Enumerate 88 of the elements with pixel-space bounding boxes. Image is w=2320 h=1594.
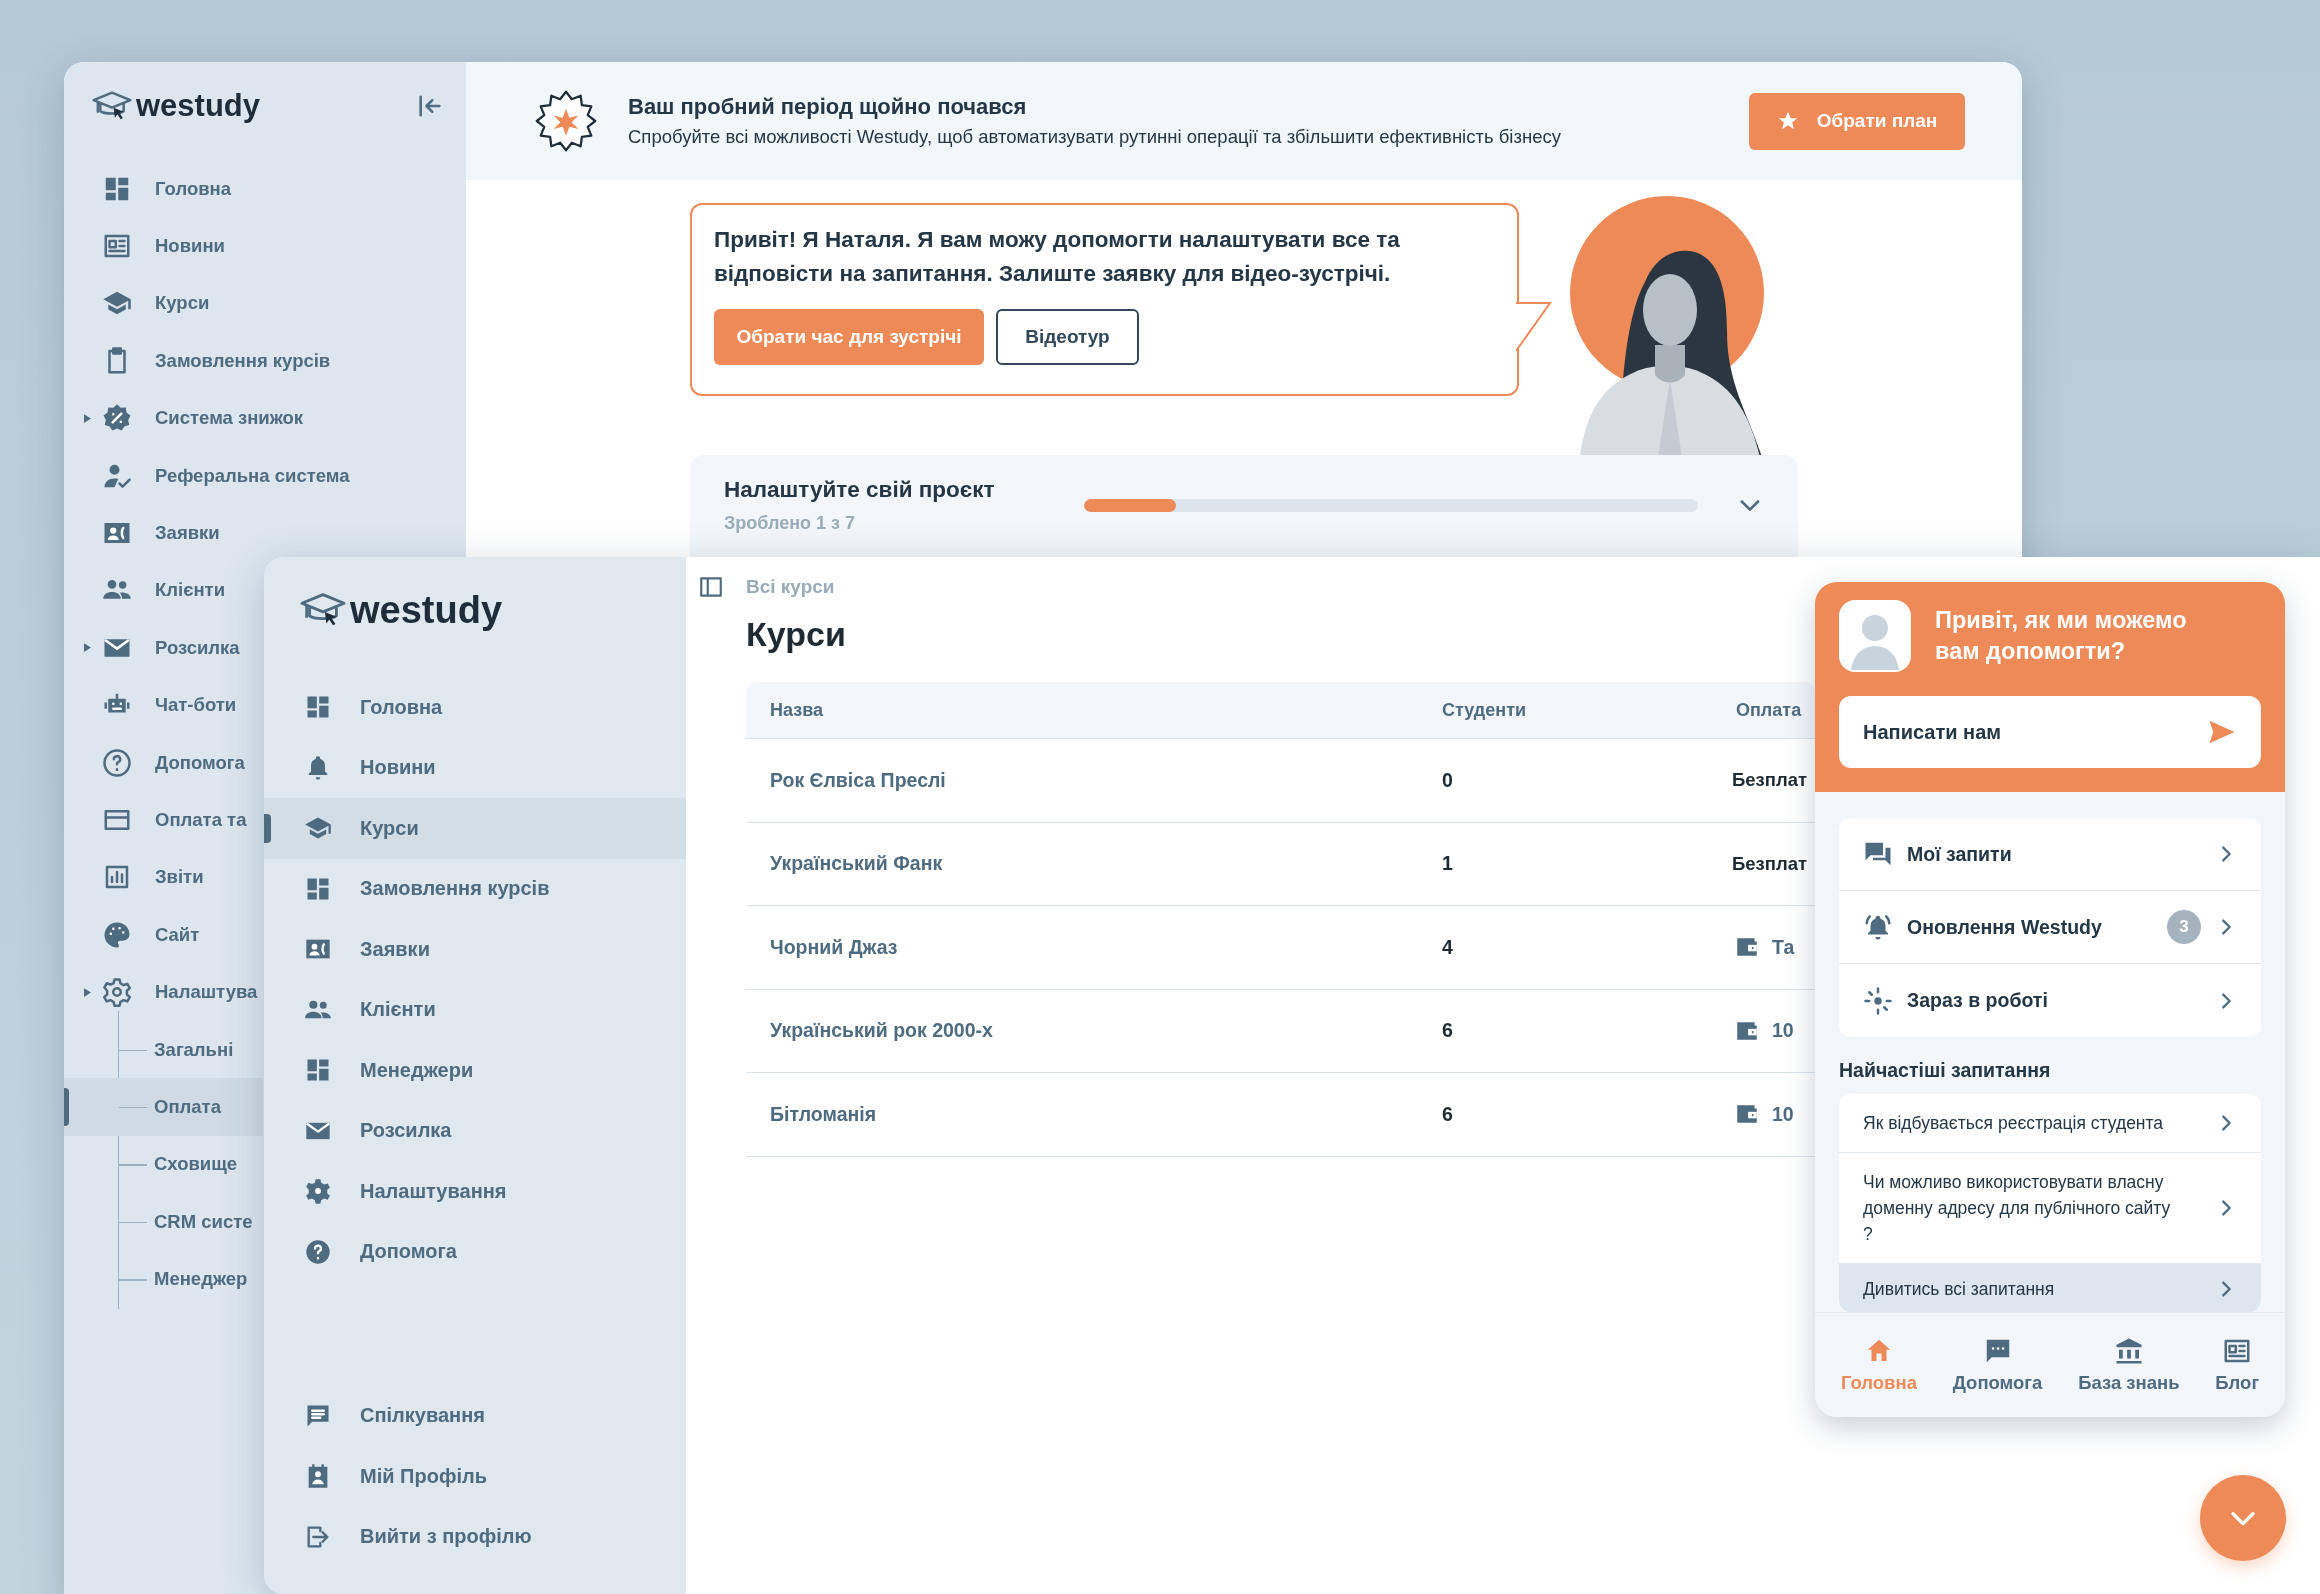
sidebar-item[interactable]: Допомога bbox=[264, 1221, 686, 1282]
sidebar-item[interactable]: Клієнти bbox=[64, 561, 264, 620]
sidebar-subitem[interactable]: CRM систе bbox=[64, 1193, 263, 1251]
sidebar-item[interactable]: Звіти bbox=[64, 848, 264, 907]
table-cell-text: Безплат bbox=[1731, 852, 1809, 875]
table-cell-text: Рок Єлвіса Преслі bbox=[769, 768, 947, 792]
sidebar-item[interactable]: Оплата та bbox=[64, 791, 264, 849]
setup-progress-text: Зроблено 1 з 7 bbox=[724, 513, 856, 534]
sidebar-item[interactable]: Налаштува bbox=[64, 963, 264, 1021]
help-icon bbox=[304, 1237, 332, 1266]
expand-arrow-icon[interactable] bbox=[84, 643, 91, 653]
assistant-message: Привіт! Я Наталя. Я вам можу допомогти налаштувати все та відповісти на запитання. Залиште заявку для відео-зустрічі. bbox=[714, 226, 1401, 288]
column-header: Оплата bbox=[1735, 699, 1803, 721]
sidebar-item[interactable]: Система знижок bbox=[64, 389, 466, 447]
table-cell-text: Чорний Джаз bbox=[769, 935, 899, 959]
column-header: Студенти bbox=[1441, 699, 1527, 721]
sidebar-item[interactable]: Реферальна система bbox=[64, 446, 466, 505]
sidebar-item[interactable]: Замовлення курсів bbox=[264, 858, 686, 919]
faq-item[interactable]: Як відбувається реєстрація студента bbox=[1839, 1094, 2261, 1153]
sidebar-item[interactable]: Чат-боти bbox=[64, 676, 264, 734]
expand-arrow-icon[interactable] bbox=[84, 413, 91, 423]
table-cell-text: Український Фанк bbox=[769, 852, 944, 876]
help-icon bbox=[102, 747, 132, 778]
logo-text: westudy bbox=[350, 588, 503, 632]
sidebar-item[interactable]: Новини bbox=[264, 737, 686, 798]
table-cell-text: 6 bbox=[1441, 1102, 1454, 1126]
sidebar-item[interactable]: Розсилка bbox=[264, 1100, 686, 1161]
table-cell: 10 bbox=[1772, 1019, 1794, 1043]
sidebar-item[interactable]: Розсилка bbox=[64, 619, 264, 677]
nav-tab[interactable]: Допомога bbox=[1952, 1336, 2043, 1394]
sun-icon bbox=[1863, 985, 1893, 1016]
write-us-button[interactable]: Написати нам bbox=[1839, 696, 2261, 768]
sidebar-item[interactable]: Новини bbox=[64, 217, 466, 275]
choose-plan-button[interactable]: Обрати план bbox=[1749, 92, 1965, 150]
table-cell-text: Український рок 2000-х bbox=[769, 1019, 994, 1043]
sidebar-item[interactable]: Налаштування bbox=[264, 1161, 686, 1222]
sidebar-item[interactable]: Менеджери bbox=[264, 1040, 686, 1101]
table-cell-text: Безплат bbox=[1731, 769, 1809, 792]
table-cell: 10 bbox=[1772, 1102, 1794, 1126]
sidebar-subitem[interactable]: Оплата bbox=[64, 1078, 263, 1136]
table-cell-text: 1 bbox=[1441, 852, 1454, 876]
nav-tab[interactable]: Головна bbox=[1840, 1336, 1917, 1394]
video-tour-button[interactable]: Відеотур bbox=[996, 309, 1139, 365]
sidebar-toggle-icon[interactable] bbox=[698, 574, 724, 600]
sidebar-item[interactable]: Допомога bbox=[64, 733, 264, 792]
page-title: Курси bbox=[746, 614, 846, 654]
sidebar-item[interactable]: Головна bbox=[64, 160, 466, 218]
sidebar-item[interactable]: Курси bbox=[64, 274, 466, 333]
sidebar-subitem[interactable]: Менеджер bbox=[64, 1250, 263, 1308]
help-link[interactable]: Мої запити bbox=[1839, 818, 2261, 891]
sidebar-item[interactable]: Спілкування bbox=[264, 1385, 686, 1446]
sidebar-item[interactable]: Замовлення курсів bbox=[64, 332, 466, 390]
sidebar-subitem[interactable]: Сховище bbox=[64, 1135, 263, 1194]
help-link[interactable]: Оновлення Westudy 3 bbox=[1839, 891, 2261, 964]
sidebar-item[interactable]: Вийти з профілю bbox=[264, 1506, 686, 1567]
setup-title: Налаштуйте свій проєкт bbox=[724, 477, 996, 503]
all-questions-link[interactable]: Дивитись всі запитання bbox=[1839, 1264, 2261, 1312]
help-link[interactable]: Зараз в роботі bbox=[1839, 964, 2261, 1037]
sidebar-item[interactable]: Курси bbox=[264, 798, 686, 859]
star-icon bbox=[1776, 110, 1799, 132]
settings-icon bbox=[304, 1177, 332, 1206]
table-cell-text: 0 bbox=[1441, 768, 1454, 792]
logo-text: westudy bbox=[136, 88, 261, 124]
sidebar-subitem[interactable]: Загальні bbox=[64, 1020, 263, 1079]
count-badge: 3 bbox=[2167, 910, 2201, 944]
schedule-button[interactable]: Обрати час для зустрічі bbox=[714, 309, 984, 365]
column-header: Назва bbox=[769, 699, 824, 721]
table-cell: Та bbox=[1772, 935, 1795, 959]
banner-title: Ваш пробний період щойно почався bbox=[628, 94, 1028, 120]
table-cell-text: Бітломанія bbox=[769, 1102, 878, 1126]
faq-heading: Найчастіші запитання bbox=[1839, 1059, 2052, 1082]
sidebar-item[interactable]: Клієнти bbox=[264, 979, 686, 1040]
sidebar-item[interactable]: Головна bbox=[264, 677, 686, 738]
widget-title: Привіт, як ми можемо вам допомогти? bbox=[1935, 606, 2188, 666]
sidebar-item[interactable]: Заявки bbox=[64, 504, 264, 562]
settings-icon bbox=[102, 977, 132, 1008]
nav-tab[interactable]: База знань bbox=[2078, 1336, 2180, 1394]
sidebar-item[interactable]: Мій Профіль bbox=[264, 1446, 686, 1507]
nav-tab[interactable]: Блог bbox=[2215, 1336, 2260, 1394]
table-cell-text: 4 bbox=[1441, 935, 1454, 959]
bell-icon bbox=[1863, 912, 1893, 942]
expand-arrow-icon[interactable] bbox=[84, 987, 91, 997]
avatar bbox=[1839, 600, 1911, 672]
table-cell-text: 6 bbox=[1441, 1019, 1454, 1043]
sidebar-item[interactable]: Заявки bbox=[264, 919, 686, 980]
breadcrumb-link[interactable]: Всі курси bbox=[746, 576, 835, 598]
sidebar-item[interactable]: Сайт bbox=[64, 906, 264, 964]
banner-text: Спробуйте всі можливості Westudy, щоб автоматизувати рутинні операції та збільшити ефективність бізнесу bbox=[628, 126, 1562, 148]
